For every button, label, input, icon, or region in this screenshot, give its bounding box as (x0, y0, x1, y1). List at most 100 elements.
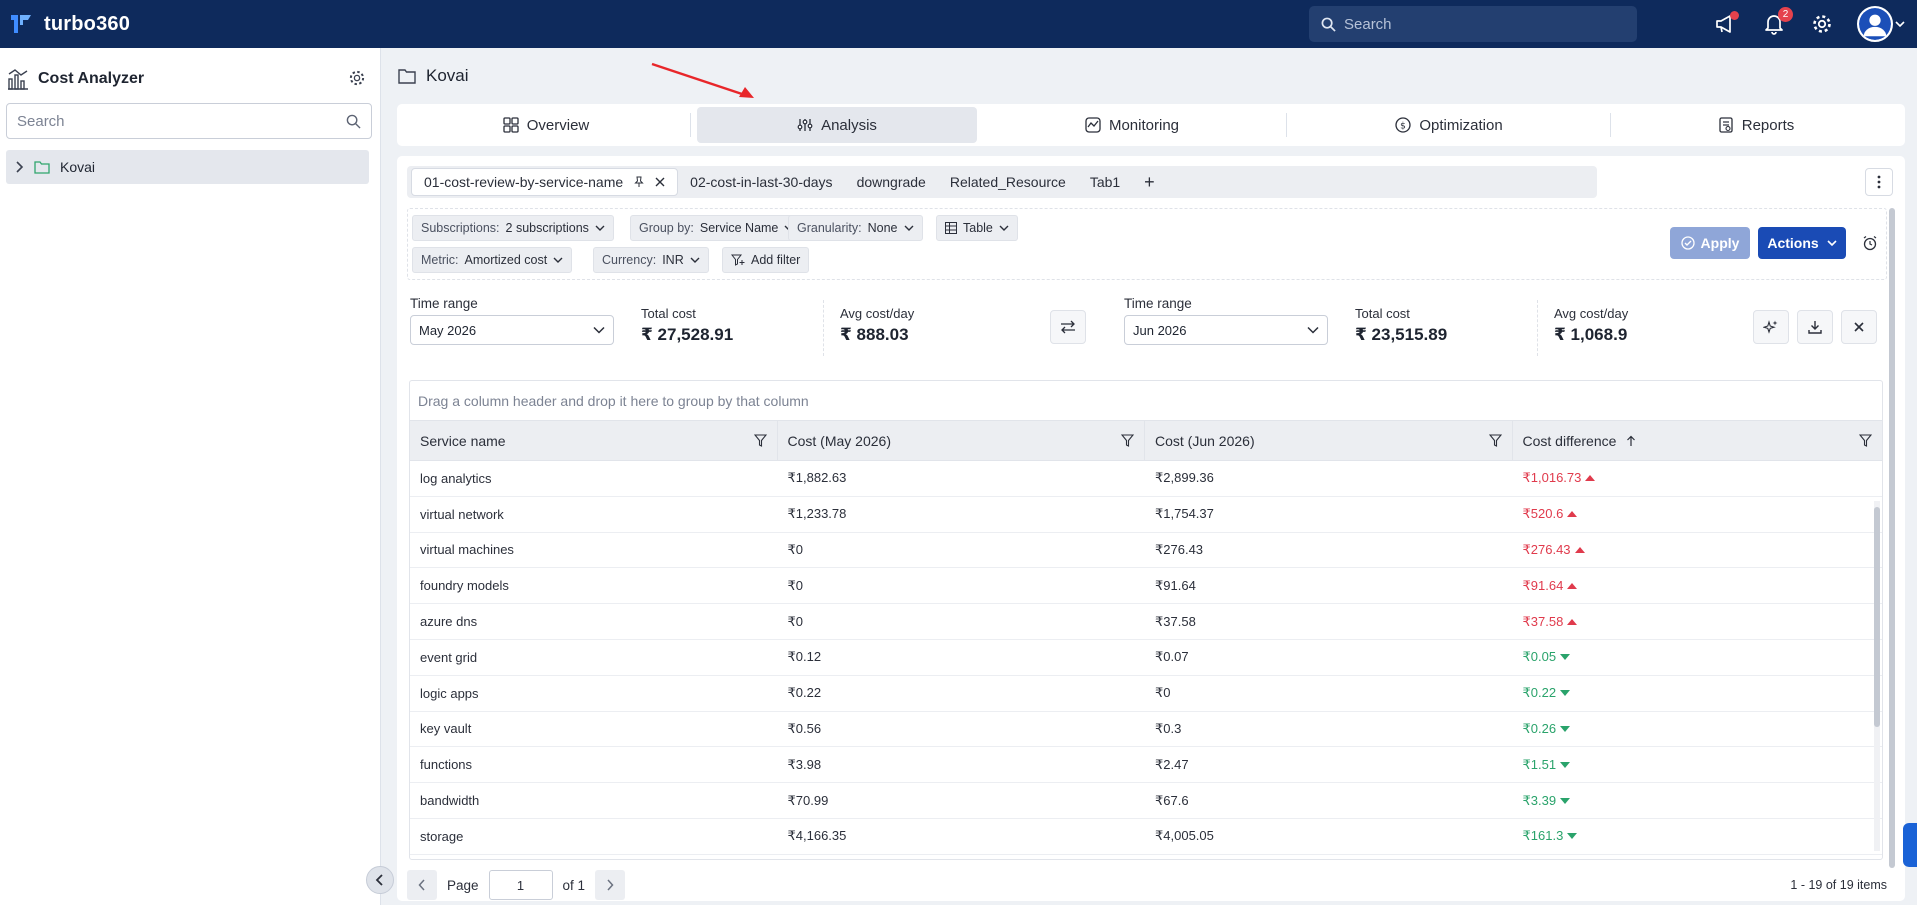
table-row[interactable]: logic apps ₹0.22 ₹0 ₹0.22 (410, 676, 1882, 712)
swap-periods-button[interactable] (1050, 310, 1086, 344)
table-row[interactable]: functions ₹3.98 ₹2.47 ₹1.51 (410, 747, 1882, 784)
tab-analysis[interactable]: Analysis (697, 107, 977, 143)
top-bar: turbo360 Search 2 (0, 0, 1917, 48)
cost-difference-value: ₹0.05 (1522, 649, 1557, 665)
table-row[interactable]: log analytics ₹1,882.63 ₹2,899.36 ₹1,016.73 (410, 461, 1882, 497)
global-search-input[interactable]: Search (1309, 6, 1637, 42)
cell-service-name: storage (420, 828, 464, 844)
app-logo[interactable]: turbo360 (8, 11, 130, 37)
trend-down-icon (1560, 690, 1571, 697)
tab-optimization[interactable]: $ Optimization (1287, 107, 1611, 143)
column-header-service-name[interactable]: Service name (410, 421, 778, 460)
tab-label: Monitoring (1108, 116, 1180, 134)
user-menu[interactable] (1857, 6, 1905, 42)
tab-reports[interactable]: Reports (1611, 107, 1901, 143)
currency-filter[interactable]: Currency: INR (593, 247, 709, 273)
cost-analyzer-icon (8, 69, 28, 90)
grid-icon (503, 117, 519, 133)
grid-scrollbar[interactable] (1874, 501, 1880, 851)
chevron-right-icon (607, 879, 614, 891)
view-type-select[interactable]: Table (936, 215, 1018, 241)
close-comparison-button[interactable] (1841, 310, 1877, 344)
apply-button[interactable]: Apply (1670, 227, 1750, 259)
add-filter-button[interactable]: Add filter (722, 247, 810, 273)
turbo360-logo-icon (11, 15, 31, 33)
column-title: Cost difference (1522, 432, 1617, 449)
time-range-left-select[interactable]: May 2026 (410, 315, 614, 345)
close-icon[interactable] (655, 177, 665, 187)
column-header-cost-difference[interactable]: Cost difference (1513, 421, 1883, 460)
table-row[interactable]: event grid ₹0.12 ₹0.07 ₹0.05 (410, 640, 1882, 676)
sidebar-search-input[interactable]: Search (6, 103, 372, 139)
trend-down-icon (1560, 725, 1571, 732)
table-row[interactable]: bandwidth ₹70.99 ₹67.6 ₹3.39 (410, 783, 1882, 819)
add-view-tab-button[interactable]: + (1132, 172, 1167, 193)
view-tab-02-cost-last-30[interactable]: 02-cost-in-last-30-days (678, 168, 844, 196)
view-tab-tab1[interactable]: Tab1 (1078, 168, 1132, 196)
pin-icon[interactable] (633, 176, 645, 188)
announcements-button[interactable] (1713, 11, 1739, 37)
cell-cost-may: ₹0.12 (787, 649, 822, 665)
column-header-cost-may[interactable]: Cost (May 2026) (778, 421, 1145, 460)
avatar (1857, 6, 1893, 42)
filter-add-icon (731, 254, 745, 266)
view-tab-downgrade[interactable]: downgrade (845, 168, 938, 196)
table-row[interactable]: foundry models ₹0 ₹91.64 ₹91.64 (410, 568, 1882, 605)
view-tab-related-resource[interactable]: Related_Resource (938, 168, 1078, 196)
table-row[interactable]: key vault ₹0.56 ₹0.3 ₹0.26 (410, 712, 1882, 748)
subscriptions-filter[interactable]: Subscriptions: 2 subscriptions (412, 215, 614, 241)
previous-page-button[interactable] (407, 870, 437, 900)
chevron-down-icon (904, 225, 913, 231)
cell-cost-jun: ₹0.3 (1155, 720, 1182, 736)
cell-service-name: foundry models (420, 578, 509, 594)
items-count-label: 1 - 19 of 19 items (1790, 878, 1887, 892)
gear-icon (1813, 15, 1831, 33)
sidebar-settings-button[interactable] (348, 69, 366, 90)
table-row[interactable]: virtual network ₹1,233.78 ₹1,754.37 ₹520.6 (410, 497, 1882, 533)
filter-icon[interactable] (1859, 434, 1872, 447)
cost-difference-value: ₹3.39 (1522, 792, 1557, 808)
view-tab-01-cost-review[interactable]: 01-cost-review-by-service-name (411, 168, 679, 196)
filter-icon[interactable] (1121, 434, 1134, 447)
cell-cost-may: ₹1,882.63 (787, 470, 847, 486)
schedule-alert-button[interactable] (1858, 231, 1882, 255)
table-row[interactable]: azure dns ₹0 ₹37.58 ₹37.58 (410, 604, 1882, 640)
more-options-button[interactable] (1865, 168, 1893, 196)
cost-difference-value: ₹0.26 (1522, 720, 1557, 736)
time-range-right-select[interactable]: Jun 2026 (1124, 315, 1328, 345)
page-number-input[interactable]: 1 (488, 870, 553, 900)
download-button[interactable] (1797, 310, 1833, 344)
column-header-cost-jun[interactable]: Cost (Jun 2026) (1145, 421, 1513, 460)
group-by-filter[interactable]: Group by: Service Name (630, 215, 804, 241)
cell-cost-may: ₹0 (787, 541, 804, 557)
side-widget-tab[interactable] (1903, 823, 1917, 867)
tab-overview[interactable]: Overview (401, 107, 691, 143)
filter-icon[interactable] (753, 434, 767, 447)
table-row[interactable]: virtual machines ₹0 ₹276.43 ₹276.43 (410, 533, 1882, 569)
tab-label: Overview (526, 116, 590, 134)
total-cost-right: Total cost ₹ 23,515.89 (1355, 306, 1447, 345)
next-page-button[interactable] (595, 870, 626, 900)
cell-cost-may: ₹0.22 (787, 685, 822, 701)
cell-service-name: log analytics (420, 470, 492, 486)
page-scrollbar[interactable] (1888, 208, 1896, 888)
cell-cost-difference: ₹161.3 (1513, 819, 1883, 854)
actions-button[interactable]: Actions (1758, 227, 1846, 259)
tab-monitoring[interactable]: Monitoring (977, 107, 1287, 143)
tree-item-kovai[interactable]: Kovai (6, 150, 369, 184)
cell-cost-jun: ₹276.43 (1155, 541, 1204, 557)
cost-difference-value: ₹91.64 (1522, 577, 1564, 593)
table-row[interactable]: storage ₹4,166.35 ₹4,005.05 ₹161.3 (410, 819, 1882, 855)
notifications-button[interactable]: 2 (1761, 7, 1793, 37)
chevron-right-icon[interactable] (14, 161, 24, 173)
svg-text:$: $ (1400, 122, 1406, 132)
settings-button[interactable] (1809, 11, 1835, 37)
metric-filter[interactable]: Metric: Amortized cost (412, 247, 573, 273)
granularity-filter[interactable]: Granularity: None (788, 215, 923, 241)
filter-icon[interactable] (1488, 434, 1502, 447)
folder-icon (398, 69, 416, 84)
ai-insights-button[interactable] (1753, 310, 1789, 344)
cell-service-name: functions (420, 757, 473, 773)
group-drop-zone[interactable]: Drag a column header and drop it here to… (410, 381, 1882, 421)
cell-cost-may: ₹3.98 (787, 756, 822, 772)
